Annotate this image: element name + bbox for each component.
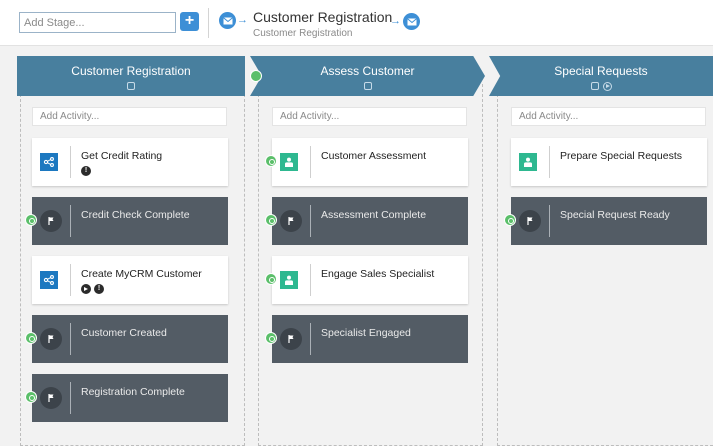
stage-title: Assess Customer bbox=[320, 64, 415, 78]
card-divider bbox=[70, 382, 71, 414]
add-activity-input[interactable]: Add Activity... bbox=[511, 107, 706, 126]
power-icon[interactable] bbox=[25, 332, 37, 344]
milestone-card[interactable]: Assessment Complete bbox=[265, 197, 468, 245]
power-icon[interactable] bbox=[265, 214, 277, 226]
activity-label: Get Credit Rating bbox=[81, 150, 163, 162]
power-icon[interactable] bbox=[265, 332, 277, 344]
flag-icon bbox=[280, 210, 302, 232]
milestone-card[interactable]: Credit Check Complete bbox=[25, 197, 228, 245]
power-icon[interactable] bbox=[504, 214, 516, 226]
milestone-label: Specialist Engaged bbox=[321, 327, 411, 339]
envelope-icon[interactable] bbox=[219, 12, 236, 29]
add-activity-input[interactable]: Add Activity... bbox=[32, 107, 227, 126]
exclamation-icon[interactable]: ! bbox=[81, 166, 91, 176]
milestone-card[interactable]: Registration Complete bbox=[25, 374, 228, 422]
power-icon[interactable] bbox=[250, 70, 262, 82]
card-divider bbox=[310, 205, 311, 237]
milestone-label: Assessment Complete bbox=[321, 209, 427, 221]
card-divider bbox=[310, 146, 311, 178]
card-divider bbox=[310, 264, 311, 296]
card-divider bbox=[70, 264, 71, 296]
activity-label: Customer Assessment bbox=[321, 150, 427, 162]
service-task-icon bbox=[40, 271, 58, 289]
flag-icon bbox=[280, 328, 302, 350]
card-divider bbox=[70, 205, 71, 237]
arrow-right-icon: → bbox=[237, 14, 248, 26]
service-task-icon bbox=[40, 153, 58, 171]
power-icon[interactable] bbox=[265, 155, 277, 167]
add-activity-input[interactable]: Add Activity... bbox=[272, 107, 467, 126]
power-icon[interactable] bbox=[25, 214, 37, 226]
play-icon[interactable] bbox=[81, 284, 91, 294]
milestone-card[interactable]: Special Request Ready bbox=[504, 197, 707, 245]
activity-card[interactable]: Engage Sales Specialist bbox=[265, 256, 468, 304]
case-subtitle: Customer Registration bbox=[253, 28, 353, 39]
add-stage-input[interactable] bbox=[19, 12, 176, 33]
activity-card[interactable]: Create MyCRM Customer ! bbox=[32, 256, 228, 304]
stage-header[interactable]: Special Requests bbox=[489, 56, 713, 96]
add-stage-button[interactable]: + bbox=[180, 12, 199, 31]
card-divider bbox=[70, 146, 71, 178]
case-title: Customer Registration bbox=[253, 9, 393, 25]
play-icon[interactable] bbox=[602, 82, 612, 91]
power-icon[interactable] bbox=[265, 273, 277, 285]
stage-title: Customer Registration bbox=[71, 64, 191, 78]
flag-icon bbox=[40, 328, 62, 350]
card-divider bbox=[310, 323, 311, 355]
human-task-icon bbox=[280, 153, 298, 171]
activity-label: Prepare Special Requests bbox=[560, 150, 682, 162]
flag-icon bbox=[40, 210, 62, 232]
square-icon[interactable] bbox=[363, 82, 372, 90]
exclamation-icon[interactable]: ! bbox=[94, 284, 104, 294]
activity-label: Create MyCRM Customer bbox=[81, 268, 202, 280]
stage-header[interactable]: Assess Customer bbox=[250, 56, 485, 96]
milestone-label: Registration Complete bbox=[81, 386, 185, 398]
activity-card[interactable]: Prepare Special Requests bbox=[511, 138, 707, 186]
arrow-right-icon: → bbox=[390, 15, 401, 27]
activity-label: Engage Sales Specialist bbox=[321, 268, 435, 280]
milestone-label: Credit Check Complete bbox=[81, 209, 190, 221]
stage-header[interactable]: Customer Registration bbox=[17, 56, 245, 96]
activity-card[interactable]: Customer Assessment bbox=[265, 138, 468, 186]
flag-icon bbox=[519, 210, 541, 232]
envelope-icon[interactable] bbox=[403, 13, 420, 30]
card-divider bbox=[549, 205, 550, 237]
card-divider bbox=[70, 323, 71, 355]
power-icon[interactable] bbox=[25, 391, 37, 403]
milestone-label: Special Request Ready bbox=[560, 209, 670, 221]
square-icon[interactable] bbox=[127, 82, 135, 90]
human-task-icon bbox=[280, 271, 298, 289]
square-icon[interactable] bbox=[590, 82, 599, 90]
milestone-label: Customer Created bbox=[81, 327, 167, 339]
human-task-icon bbox=[519, 153, 537, 171]
milestone-card[interactable]: Customer Created bbox=[25, 315, 228, 363]
stage-title: Special Requests bbox=[554, 64, 648, 78]
activity-card[interactable]: Get Credit Rating ! bbox=[32, 138, 228, 186]
card-divider bbox=[549, 146, 550, 178]
toolbar: + → Customer Registration Customer Regis… bbox=[0, 0, 713, 46]
toolbar-divider bbox=[208, 8, 209, 38]
flag-icon bbox=[40, 387, 62, 409]
milestone-card[interactable]: Specialist Engaged bbox=[265, 315, 468, 363]
